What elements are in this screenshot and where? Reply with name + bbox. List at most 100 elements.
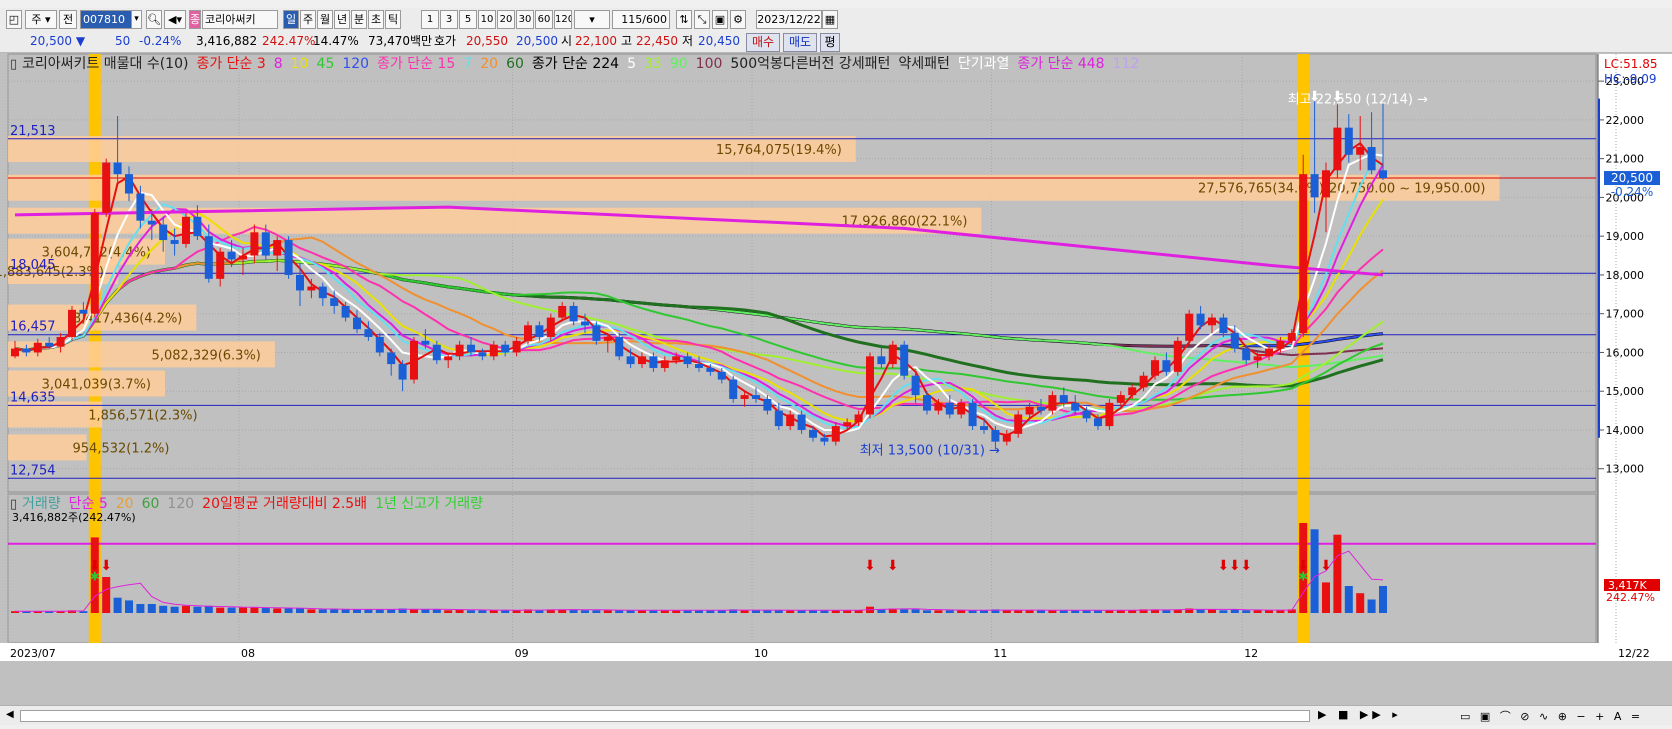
candle-body — [786, 414, 795, 427]
candle-body — [444, 356, 453, 361]
volume-bar — [945, 610, 954, 613]
candle-body — [1105, 402, 1114, 427]
level-label: 21,513 — [10, 124, 56, 139]
candle-body — [455, 344, 464, 357]
interval-60[interactable]: 60 — [535, 10, 553, 29]
scroll-left-icon[interactable]: ◀ — [6, 709, 14, 720]
legend-item: 종가 단순 448 — [1017, 56, 1104, 72]
volume-bar — [957, 610, 966, 613]
chevron-down-icon[interactable]: ▾ — [131, 10, 142, 29]
chart-scrollbar[interactable]: ◀ ▶ ■ ▶▶ ▸ ▭ ▣ ⌒ ⊘ ∿ ⊕ − + A = — [0, 705, 1672, 725]
calendar-icon[interactable]: ▦ — [822, 10, 838, 29]
profile-label: 954,532(1.2%) — [73, 441, 170, 456]
gear-icon[interactable]: ⚙ — [730, 10, 746, 29]
volume-bar — [296, 608, 304, 613]
volume-bar — [113, 597, 122, 613]
candle-body — [56, 336, 65, 347]
candle-body — [695, 364, 703, 368]
sell-button[interactable]: 매도 — [783, 33, 817, 52]
interval-30[interactable]: 30 — [516, 10, 534, 29]
volume-bar — [444, 610, 453, 613]
legend-item: 33 — [644, 56, 662, 72]
crosshair-icon[interactable]: ⇅ — [676, 10, 692, 29]
volume-bar — [535, 610, 544, 613]
quote-bar: 20,500 ▼ 50 -0.24% 3,416,882 242.47% 14.… — [0, 31, 1672, 53]
search-icon[interactable]: 🔍︎ — [146, 10, 162, 29]
count-input[interactable]: 115/600 — [612, 10, 670, 29]
period-select[interactable]: 주 ▾ — [25, 10, 57, 29]
candle-body — [626, 356, 635, 365]
timeframe-5[interactable]: 초 — [368, 10, 384, 29]
chart-tools[interactable]: ▭ ▣ ⌒ ⊘ ∿ ⊕ − + A = — [1460, 708, 1643, 724]
legend-item: 5 — [627, 56, 636, 72]
volume-bar — [102, 577, 111, 613]
buy-button[interactable]: 매수 — [746, 33, 780, 52]
candle-body — [774, 410, 783, 427]
interval-20[interactable]: 20 — [497, 10, 515, 29]
volume-bar — [125, 600, 133, 613]
timeframe-4[interactable]: 분 — [351, 10, 367, 29]
hoga-label: 호가 — [434, 34, 457, 48]
legend-item: 종가 단순 224 — [532, 56, 619, 72]
favorite-icon[interactable]: 종 — [189, 10, 201, 29]
timeframe-2[interactable]: 월 — [317, 10, 333, 29]
lc-label: LC:51.85 — [1604, 57, 1657, 71]
candle-body — [1094, 418, 1102, 427]
interval-120[interactable]: 120 — [554, 10, 572, 29]
candle-body — [706, 367, 715, 372]
volume-bar — [1379, 586, 1387, 613]
candle-body — [957, 402, 966, 415]
candle-body — [1242, 348, 1251, 361]
legend-item: 종가 단순 15 — [377, 56, 455, 72]
y-tick-label: 14,000 — [1606, 424, 1645, 437]
candle-body — [102, 162, 111, 213]
volume-bar — [353, 609, 361, 613]
flat-button[interactable]: 평 — [820, 33, 840, 52]
volume-bar — [1367, 599, 1376, 613]
speaker-icon[interactable]: ◀▾ — [164, 10, 186, 29]
candle-body — [763, 398, 772, 411]
y-tick-label: 19,000 — [1606, 230, 1645, 243]
candle-body — [1196, 313, 1205, 326]
volume-bar — [330, 609, 339, 613]
mode-button[interactable]: 전 — [59, 10, 77, 29]
candle-body — [831, 426, 840, 442]
level-label: 18,045 — [10, 258, 56, 273]
legend-item: 20 — [116, 496, 134, 512]
volume-bar — [432, 609, 441, 613]
timeframe-6[interactable]: 틱 — [385, 10, 401, 29]
timeframe-0[interactable]: 일 — [283, 10, 299, 29]
volume-bar — [1344, 586, 1353, 613]
interval-select[interactable]: ▾ — [574, 10, 610, 29]
candle-body — [945, 402, 954, 415]
level-label: 16,457 — [10, 320, 56, 335]
timeframe-3[interactable]: 년 — [334, 10, 350, 29]
interval-10[interactable]: 10 — [478, 10, 496, 29]
timeframe-1[interactable]: 주 — [300, 10, 316, 29]
price-chart[interactable]: 15,764,075(19.4%)27,576,765(34.0%)(20,75… — [0, 53, 1672, 705]
interval-3[interactable]: 3 — [440, 10, 458, 29]
volume-bar — [1014, 610, 1023, 613]
interval-5[interactable]: 5 — [459, 10, 477, 29]
zoom-icon[interactable]: ⤡ — [694, 10, 710, 29]
date-input[interactable]: 2023/12/22 — [756, 10, 822, 29]
candle-body — [1333, 127, 1342, 171]
candle-body — [375, 336, 384, 353]
volume-panel — [7, 493, 1597, 644]
legend-item: 20일평균 거래량대비 2.5배 — [202, 496, 367, 512]
candle-body — [877, 356, 886, 365]
volume-bar — [307, 609, 316, 613]
playback-controls[interactable]: ▶ ■ ▶▶ ▸ — [1318, 708, 1402, 721]
window-icon[interactable]: ◰ — [6, 10, 22, 29]
candle-body — [1185, 313, 1194, 341]
price-change: 50 — [115, 34, 131, 48]
interval-1[interactable]: 1 — [421, 10, 439, 29]
candle-body — [911, 375, 920, 396]
volume-bar — [489, 610, 498, 613]
save-icon[interactable]: ▣ — [712, 10, 728, 29]
volume-bar — [1219, 610, 1228, 613]
legend-bullet: ▯ — [10, 497, 17, 512]
low-price: 20,450 — [698, 34, 740, 48]
legend-bullet: ▯ — [10, 57, 17, 72]
scroll-thumb[interactable] — [20, 710, 1310, 722]
